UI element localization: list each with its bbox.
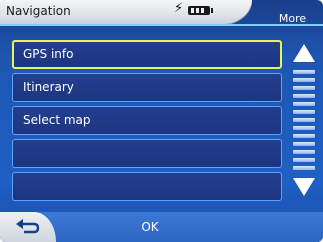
bottom-bar: OK <box>0 212 323 242</box>
battery-icon <box>188 6 213 15</box>
back-arrow-icon <box>16 219 40 234</box>
menu-item-select-map[interactable]: Select map <box>12 106 282 135</box>
header-bar: Navigation ⚡ More <box>0 0 323 30</box>
title-tab: Navigation <box>0 0 252 25</box>
menu-item-empty[interactable] <box>12 139 282 168</box>
ok-button[interactable]: OK <box>120 212 180 242</box>
more-button[interactable]: More <box>262 0 323 30</box>
navigation-screen: Navigation ⚡ More GPS info Itinerary Sel… <box>0 0 323 242</box>
scroll-track[interactable] <box>293 70 315 172</box>
arrow-up-icon[interactable] <box>290 40 318 66</box>
back-button[interactable] <box>0 212 56 242</box>
page-title: Navigation <box>6 4 71 18</box>
menu-item-itinerary[interactable]: Itinerary <box>12 73 282 102</box>
arrow-down-icon[interactable] <box>290 174 318 200</box>
scrollbar[interactable] <box>290 40 318 200</box>
lightning-icon: ⚡ <box>174 1 184 16</box>
menu-item-empty[interactable] <box>12 172 282 201</box>
menu-item-gps-info[interactable]: GPS info <box>12 40 282 69</box>
